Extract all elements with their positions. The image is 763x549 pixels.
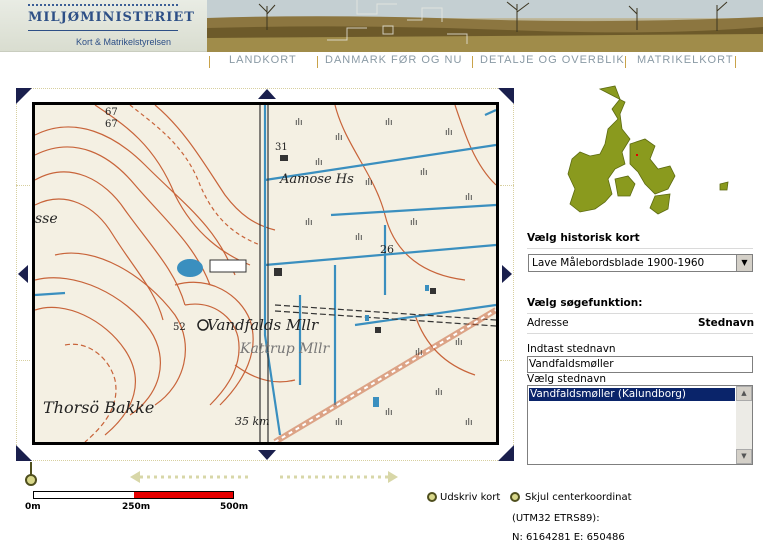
- panel-divider: [527, 248, 753, 249]
- placename-listbox[interactable]: Vandfaldsmøller (Kalundborg) ▲ ▼: [527, 385, 753, 465]
- svg-text:ılı: ılı: [315, 158, 323, 168]
- logo-stars-decoration: [28, 4, 178, 8]
- hide-center-coordinate-link[interactable]: Skjul centerkoordinat: [525, 492, 632, 503]
- logo[interactable]: MILJØMINISTERIET Kort & Matrikelstyrelse…: [0, 0, 207, 52]
- frame-bottom-border: [16, 460, 514, 461]
- svg-text:26: 26: [380, 243, 394, 256]
- svg-text:31: 31: [275, 142, 288, 153]
- svg-text:ılı: ılı: [365, 178, 373, 188]
- landscape-banner: [207, 0, 763, 52]
- svg-text:ılı: ılı: [465, 193, 473, 203]
- svg-text:67: 67: [105, 119, 118, 130]
- location-pin-icon[interactable]: [24, 462, 40, 488]
- main-nav: LANDKORT DANMARK FØR OG NU DETALJE OG OV…: [207, 54, 747, 70]
- panel-divider: [527, 313, 753, 314]
- nav-item-matrikelkort[interactable]: MATRIKELKORT: [637, 54, 734, 66]
- logo-subtitle: Kort & Matrikelstyrelsen: [76, 37, 172, 47]
- historic-map-select[interactable]: Lave Målebordsblade 1900-1960 ▼: [528, 254, 753, 272]
- crs-label: (UTM32 ETRS89):: [512, 513, 600, 524]
- svg-text:67: 67: [105, 107, 118, 118]
- svg-text:sse: sse: [35, 211, 58, 227]
- logo-title: MILJØMINISTERIET: [28, 10, 195, 25]
- historic-map-label: Vælg historisk kort: [527, 232, 640, 244]
- scroll-up-icon[interactable]: ▲: [736, 386, 752, 401]
- svg-text:ılı: ılı: [445, 128, 453, 138]
- svg-text:ılı: ılı: [465, 418, 473, 428]
- frame-tick: [16, 360, 30, 361]
- pan-down-arrow-icon[interactable]: [258, 450, 276, 460]
- scroll-down-icon[interactable]: ▼: [736, 449, 752, 464]
- scale-bar-red-segment: [134, 492, 233, 498]
- svg-text:ılı: ılı: [295, 118, 303, 128]
- nav-separator: [735, 56, 736, 68]
- scale-label-250: 250m: [122, 502, 151, 512]
- chevron-down-icon[interactable]: ▼: [736, 255, 752, 271]
- svg-text:ılı: ılı: [410, 218, 418, 228]
- svg-text:ılı: ılı: [305, 218, 313, 228]
- list-item[interactable]: Vandfaldsmøller (Kalundborg): [529, 388, 735, 401]
- svg-text:ılı: ılı: [455, 338, 463, 348]
- scale-bar-white-segment: [34, 492, 134, 498]
- frame-tick: [500, 185, 514, 186]
- svg-text:ılı: ılı: [415, 348, 423, 358]
- svg-text:ılı: ılı: [385, 118, 393, 128]
- nav-item-detalje-og-overblik[interactable]: DETALJE OG OVERBLIK: [480, 54, 625, 66]
- historic-map-view[interactable]: ılı ılı ılı ılı ılı ılı ılı ılı ılı ılı ılı ılı ı…: [32, 102, 499, 445]
- print-radio-icon[interactable]: [427, 492, 437, 502]
- hide-coordinate-radio-icon[interactable]: [510, 492, 520, 502]
- placename-input[interactable]: Vandfaldsmøller: [527, 356, 753, 373]
- svg-text:ılı: ılı: [420, 168, 428, 178]
- listbox-scrollbar[interactable]: ▲ ▼: [736, 386, 752, 464]
- nav-separator: [209, 56, 210, 68]
- history-navigation-arrows[interactable]: [130, 470, 400, 484]
- pan-right-arrow-icon[interactable]: [502, 265, 512, 283]
- logo-divider: [28, 30, 178, 31]
- frame-tick: [500, 360, 514, 361]
- scale-bar: [33, 491, 234, 499]
- nav-item-danmark-foer-og-nu[interactable]: DANMARK FØR OG NU: [325, 54, 462, 66]
- pan-left-arrow-icon[interactable]: [18, 265, 28, 283]
- scale-label-0: 0m: [25, 502, 41, 512]
- svg-text:Vandfalds Mllr: Vandfalds Mllr: [207, 316, 319, 334]
- nav-separator: [625, 56, 626, 68]
- placename-list-label: Vælg stednavn: [527, 373, 607, 385]
- svg-text:ılı: ılı: [385, 408, 393, 418]
- nav-item-landkort[interactable]: LANDKORT: [229, 54, 297, 66]
- denmark-overview-map[interactable]: [560, 84, 735, 219]
- header: MILJØMINISTERIET Kort & Matrikelstyrelse…: [0, 0, 763, 52]
- svg-text:ılı: ılı: [435, 388, 443, 398]
- svg-text:Aamose Hs: Aamose Hs: [279, 172, 354, 187]
- placename-input-label: Indtast stednavn: [527, 343, 616, 355]
- frame-tick: [16, 185, 30, 186]
- panel-divider: [527, 333, 753, 334]
- historic-map-select-value: Lave Målebordsblade 1900-1960: [532, 257, 705, 269]
- scale-label-500: 500m: [220, 502, 249, 512]
- nav-separator: [472, 56, 473, 68]
- svg-text:ılı: ılı: [335, 133, 343, 143]
- svg-text:35 km: 35 km: [235, 415, 270, 428]
- print-map-link[interactable]: Udskriv kort: [440, 492, 500, 503]
- search-tab-placename[interactable]: Stednavn: [698, 317, 754, 329]
- center-coordinates: N: 6164281 E: 650486: [512, 532, 625, 543]
- svg-text:Kattrup Mllr: Kattrup Mllr: [239, 341, 330, 357]
- svg-text:ılı: ılı: [355, 233, 363, 243]
- pan-up-arrow-icon[interactable]: [258, 89, 276, 99]
- search-function-label: Vælg søgefunktion:: [527, 297, 643, 309]
- historic-map-graphic: ılı ılı ılı ılı ılı ılı ılı ılı ılı ılı ılı ılı ı…: [35, 105, 496, 442]
- svg-text:Thorsö Bakke: Thorsö Bakke: [43, 398, 154, 417]
- search-tab-address[interactable]: Adresse: [527, 317, 569, 329]
- nav-separator: [317, 56, 318, 68]
- svg-text:ılı: ılı: [335, 418, 343, 428]
- svg-text:52: 52: [173, 322, 186, 333]
